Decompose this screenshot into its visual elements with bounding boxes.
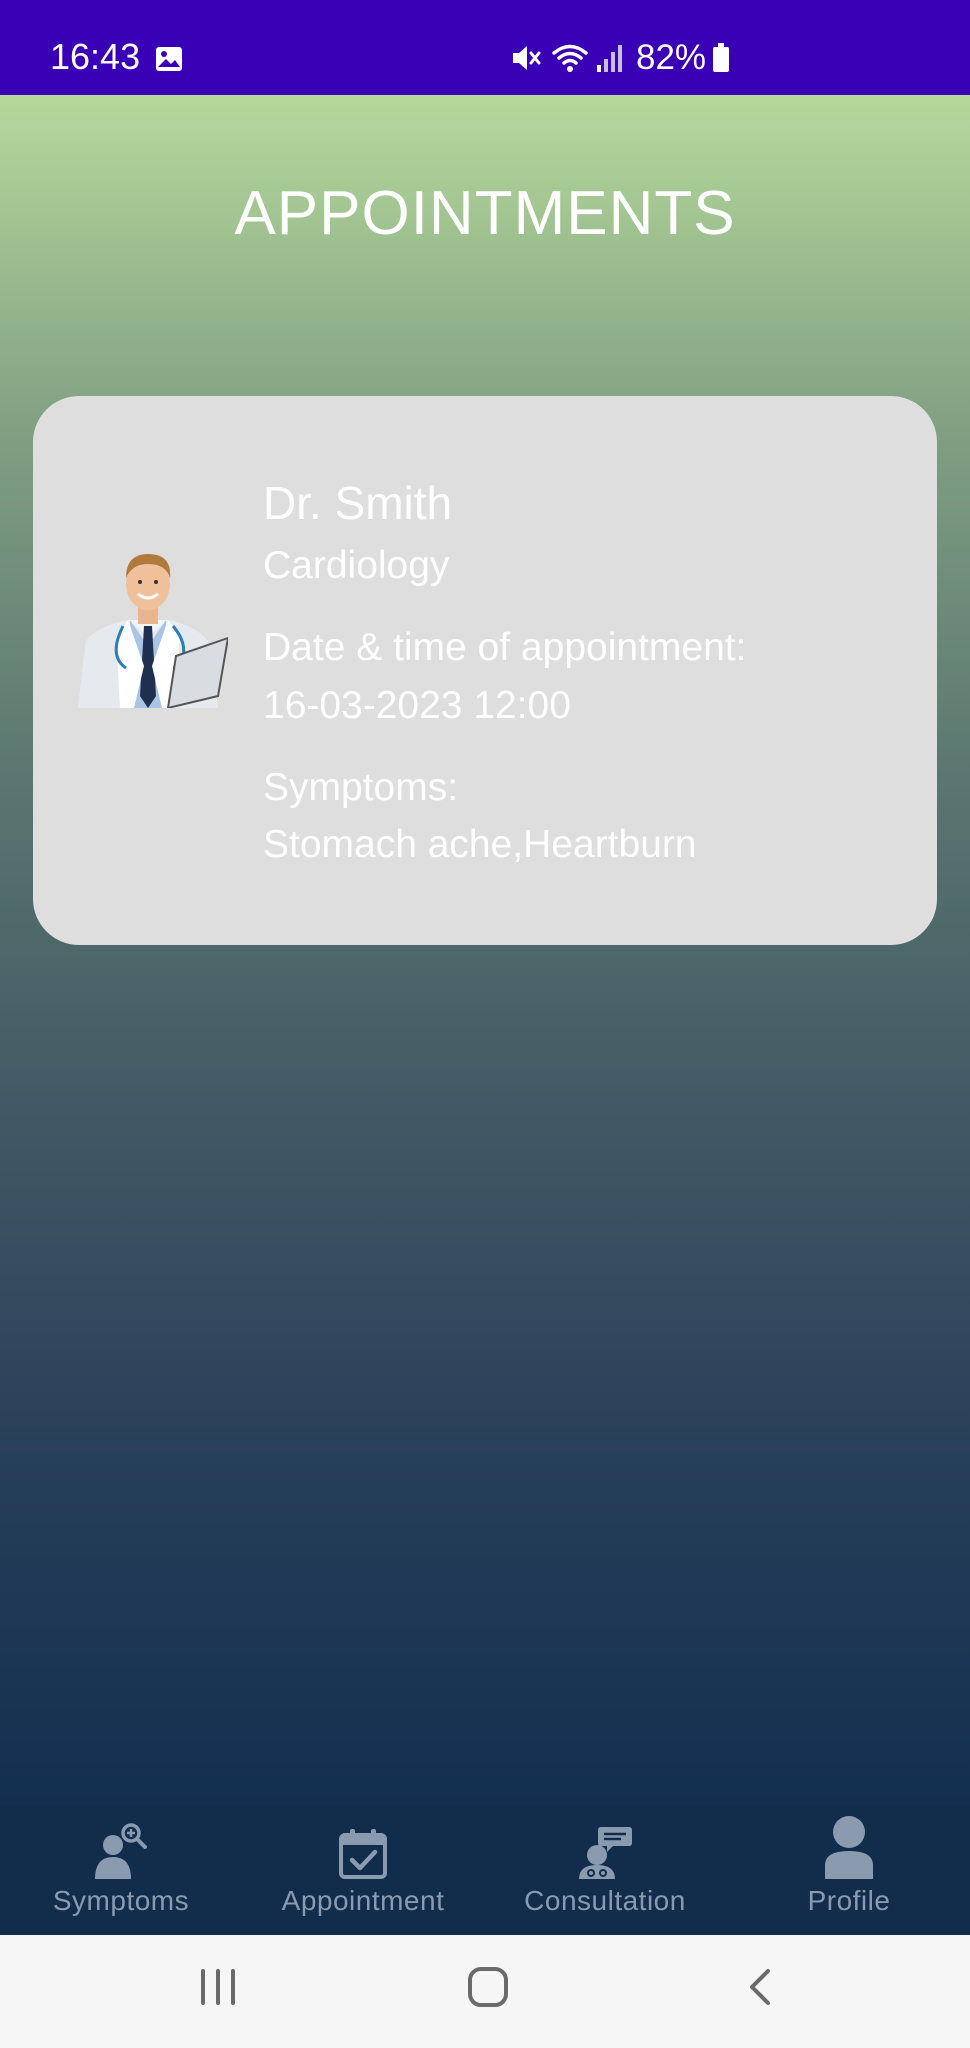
home-icon xyxy=(468,1967,508,2007)
symptoms-search-icon xyxy=(91,1821,151,1879)
status-bar: 16:43 82% xyxy=(0,0,970,95)
datetime-value: 16-03-2023 12:00 xyxy=(263,684,571,727)
nav-label-appointment: Appointment xyxy=(281,1885,445,1916)
battery-percent: 82% xyxy=(636,38,707,77)
doctor-specialty: Cardiology xyxy=(263,544,450,587)
nav-item-profile[interactable]: Profile xyxy=(728,1805,970,1935)
nav-item-appointment[interactable]: Appointment xyxy=(242,1805,484,1935)
nav-label-symptoms: Symptoms xyxy=(52,1885,190,1916)
consultation-chat-icon xyxy=(577,1821,633,1879)
symptoms-label: Symptoms: xyxy=(263,766,459,809)
page-title: APPOINTMENTS xyxy=(234,179,736,248)
bottom-navigation: Symptoms Appointment Consultation Profil… xyxy=(0,1805,970,1935)
home-button[interactable] xyxy=(464,1963,512,2016)
profile-icon xyxy=(823,1816,875,1879)
nav-label-profile: Profile xyxy=(807,1885,891,1916)
back-button[interactable] xyxy=(740,1963,780,2016)
app-background xyxy=(0,95,970,1805)
datetime-label: Date & time of appointment: xyxy=(263,626,747,669)
mute-icon xyxy=(510,42,542,74)
appointment-card[interactable]: Dr. Smith Cardiology Date & time of appo… xyxy=(33,396,937,945)
doctor-name: Dr. Smith xyxy=(263,477,453,529)
calendar-check-icon xyxy=(337,1821,389,1879)
nav-item-consultation[interactable]: Consultation xyxy=(484,1805,726,1935)
back-icon xyxy=(750,1969,770,2005)
battery-icon xyxy=(712,43,730,73)
symptoms-value: Stomach ache,Heartburn xyxy=(263,823,697,866)
image-icon xyxy=(155,46,183,77)
signal-icon xyxy=(596,43,622,73)
doctor-avatar xyxy=(68,546,230,710)
status-time: 16:43 xyxy=(50,36,141,77)
recent-apps-icon xyxy=(201,1969,235,2005)
nav-item-symptoms[interactable]: Symptoms xyxy=(0,1805,242,1935)
nav-label-consultation: Consultation xyxy=(524,1885,686,1916)
wifi-icon xyxy=(552,43,588,73)
status-icons: 82% xyxy=(510,38,730,78)
recent-apps-button[interactable] xyxy=(196,1963,240,2016)
system-navigation-bar xyxy=(0,1935,970,2048)
